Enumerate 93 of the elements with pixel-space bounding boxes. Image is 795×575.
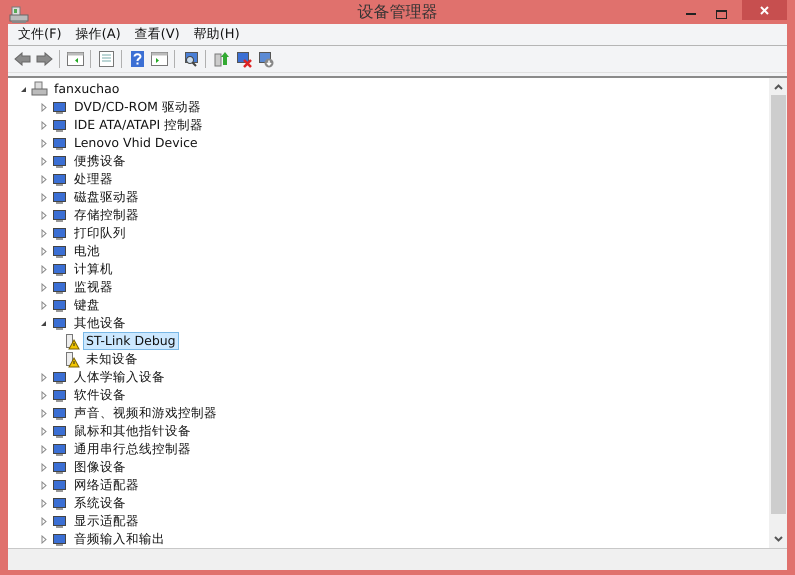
minimize-icon xyxy=(686,12,696,16)
tree-item[interactable]: ST-Link Debug xyxy=(83,332,179,350)
maximize-icon xyxy=(716,10,726,18)
tree-item[interactable]: 网络适配器 xyxy=(71,476,142,494)
collapsed-arrow-icon[interactable] xyxy=(40,246,46,256)
collapsed-arrow-icon[interactable] xyxy=(40,516,46,526)
menu-item[interactable]: 操作(A) xyxy=(70,24,127,44)
tree-item[interactable]: 系统设备 xyxy=(71,494,129,512)
device-icon xyxy=(53,102,66,114)
collapsed-arrow-icon[interactable] xyxy=(40,408,46,418)
tree-item[interactable]: IDE ATA/ATAPI 控制器 xyxy=(71,116,206,134)
device-icon xyxy=(53,156,66,168)
tree-item[interactable]: 通用串行总线控制器 xyxy=(71,440,194,458)
device-icon xyxy=(53,498,66,510)
tree-item[interactable]: 处理器 xyxy=(71,170,116,188)
tree-item[interactable]: 图像设备 xyxy=(71,458,129,476)
properties-sheet-icon[interactable] xyxy=(96,49,116,69)
device-icon xyxy=(53,318,66,330)
device-icon xyxy=(53,300,66,312)
tree-item[interactable]: 打印队列 xyxy=(71,224,129,242)
device-icon xyxy=(53,426,66,438)
device-icon xyxy=(53,138,66,150)
collapsed-arrow-icon[interactable] xyxy=(40,462,46,472)
tree-item[interactable]: 磁盘驱动器 xyxy=(71,188,142,206)
device-icon xyxy=(53,228,66,240)
scroll-down-icon[interactable] xyxy=(774,536,782,542)
device-icon xyxy=(53,480,66,492)
menu-item[interactable]: 查看(V) xyxy=(128,24,186,44)
tree-item[interactable]: 其他设备 xyxy=(71,314,129,332)
tree-item[interactable]: 监视器 xyxy=(71,278,116,296)
collapsed-arrow-icon[interactable] xyxy=(40,264,46,274)
tree-item[interactable]: 电池 xyxy=(71,242,103,260)
collapsed-arrow-icon[interactable] xyxy=(40,192,46,202)
tree-item[interactable]: 人体学输入设备 xyxy=(71,368,168,386)
collapsed-arrow-icon[interactable] xyxy=(40,156,46,166)
tree-item[interactable]: 声音、视频和游戏控制器 xyxy=(71,404,220,422)
collapsed-arrow-icon[interactable] xyxy=(40,228,46,238)
device-icon xyxy=(53,462,66,474)
back-arrow-icon[interactable] xyxy=(12,49,32,69)
tree-item[interactable]: 未知设备 xyxy=(83,350,141,368)
window-panel-icon[interactable] xyxy=(65,49,85,69)
close-icon xyxy=(760,6,769,14)
scrollbar[interactable] xyxy=(769,78,787,548)
collapsed-arrow-icon[interactable] xyxy=(40,102,46,112)
device-icon xyxy=(53,246,66,258)
tree-item[interactable]: Lenovo Vhid Device xyxy=(71,134,201,152)
device-icon xyxy=(53,174,66,186)
menu-item[interactable]: 帮助(H) xyxy=(188,24,246,44)
device-icon xyxy=(53,516,66,528)
computer-icon xyxy=(9,6,29,24)
device-icon xyxy=(53,120,66,132)
collapsed-arrow-icon[interactable] xyxy=(40,138,46,148)
tree-item[interactable]: 计算机 xyxy=(71,260,116,278)
device-icon xyxy=(53,534,66,546)
tree-item[interactable]: fanxuchao xyxy=(51,80,122,98)
tree-item[interactable]: 音频输入和输出 xyxy=(71,530,168,548)
collapsed-arrow-icon[interactable] xyxy=(40,534,46,544)
collapsed-arrow-icon[interactable] xyxy=(40,210,46,220)
collapsed-arrow-icon[interactable] xyxy=(40,498,46,508)
tree-item[interactable]: 便携设备 xyxy=(71,152,129,170)
collapsed-arrow-icon[interactable] xyxy=(40,390,46,400)
collapsed-arrow-icon[interactable] xyxy=(40,174,46,184)
tree-item[interactable]: 显示适配器 xyxy=(71,512,142,530)
collapsed-arrow-icon[interactable] xyxy=(40,120,46,130)
device-icon xyxy=(53,372,66,384)
menu-item[interactable]: 文件(F) xyxy=(12,24,68,44)
collapsed-arrow-icon[interactable] xyxy=(40,444,46,454)
scrollbar-thumb[interactable] xyxy=(770,95,786,514)
device-icon xyxy=(32,81,48,95)
tree-item[interactable]: DVD/CD-ROM 驱动器 xyxy=(71,98,204,116)
tree-item[interactable]: 存储控制器 xyxy=(71,206,142,224)
tree-item[interactable]: 鼠标和其他指针设备 xyxy=(71,422,194,440)
expanded-arrow-icon[interactable] xyxy=(20,86,27,92)
device-icon xyxy=(53,192,66,204)
window-title: 设备管理器 xyxy=(358,1,438,23)
device-icon xyxy=(53,444,66,456)
device-icon xyxy=(53,264,66,276)
collapsed-arrow-icon[interactable] xyxy=(40,372,46,382)
device-icon xyxy=(53,408,66,420)
collapsed-arrow-icon[interactable] xyxy=(40,426,46,436)
device-icon xyxy=(53,390,66,402)
device-icon xyxy=(53,282,66,294)
collapsed-arrow-icon[interactable] xyxy=(40,480,46,490)
scroll-up-icon[interactable] xyxy=(774,84,782,90)
tree-item[interactable]: 软件设备 xyxy=(71,386,129,404)
window-panel-icon[interactable] xyxy=(149,49,169,69)
forward-arrow-icon[interactable] xyxy=(34,49,54,69)
collapsed-arrow-icon[interactable] xyxy=(40,300,46,310)
device-icon xyxy=(53,210,66,222)
collapsed-arrow-icon[interactable] xyxy=(40,282,46,292)
tree-item[interactable]: 键盘 xyxy=(71,296,103,314)
expanded-arrow-icon[interactable] xyxy=(40,320,47,326)
close-button[interactable] xyxy=(742,0,787,20)
